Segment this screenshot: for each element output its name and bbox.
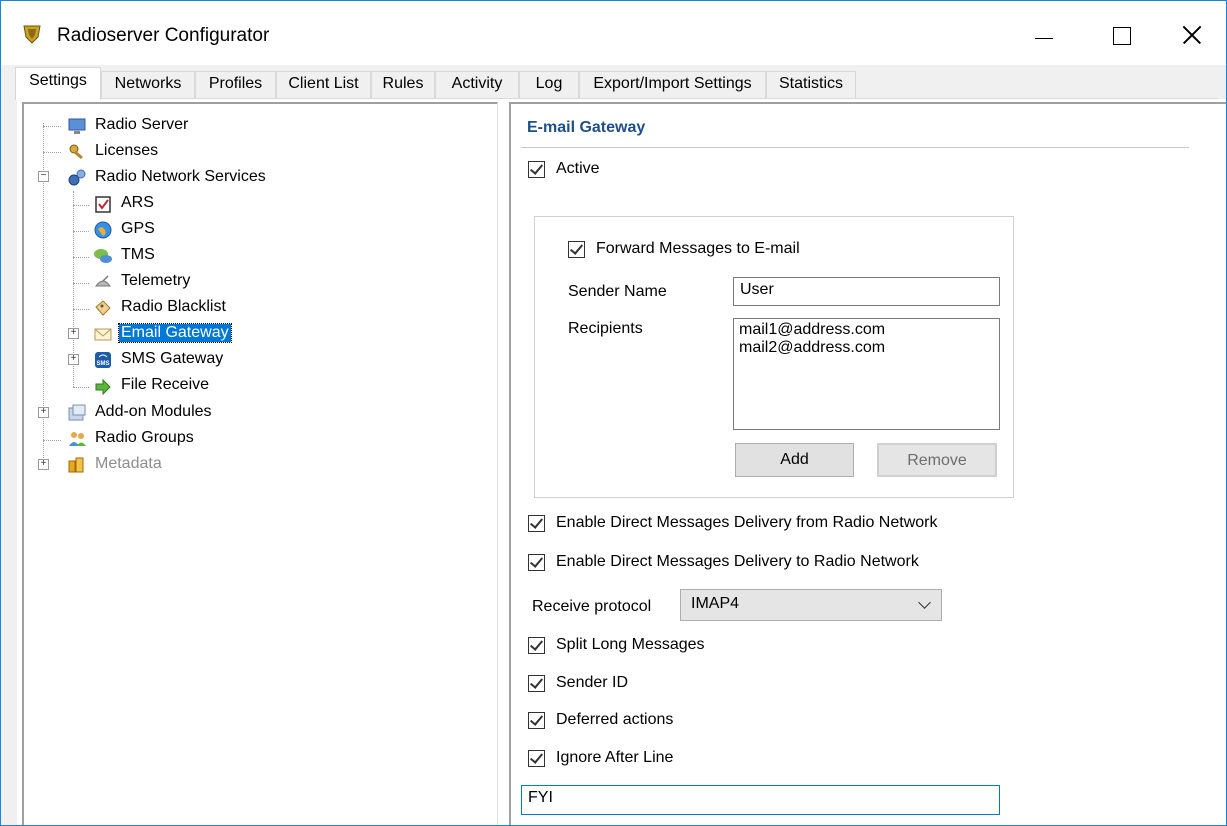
receive-protocol-value: IMAP4 xyxy=(691,595,740,612)
tree-item-label: Telemetry xyxy=(121,272,191,289)
tree-item-label: Email Gateway xyxy=(118,323,232,343)
tree-line xyxy=(73,283,89,284)
tree-item-label: Radio Blacklist xyxy=(121,298,226,315)
tree-line xyxy=(43,440,61,441)
tree-item-label: Radio Server xyxy=(95,116,189,133)
tag-icon xyxy=(95,300,111,316)
ignore-after-line-field[interactable]: FYI xyxy=(521,785,1000,815)
collapse-toggle-icon[interactable]: − xyxy=(38,171,49,182)
tree-line xyxy=(73,257,89,258)
checkbox-label: Split Long Messages xyxy=(556,636,705,653)
checkbox-checked-icon xyxy=(528,675,545,692)
satellite-icon xyxy=(95,275,111,287)
section-title: E-mail Gateway xyxy=(527,119,646,136)
list-item[interactable]: mail2@address.com xyxy=(739,339,994,357)
checkbox-checked-icon xyxy=(528,554,545,571)
modules-icon xyxy=(68,404,86,421)
maximize-button[interactable] xyxy=(1099,11,1145,57)
tree-line xyxy=(43,126,61,127)
checkbox-label: Deferred actions xyxy=(556,711,674,728)
section-divider xyxy=(521,147,1189,148)
clipboard-check-icon xyxy=(95,196,111,213)
checkbox-checked-icon xyxy=(528,637,545,654)
checkbox-label: Ignore After Line xyxy=(556,749,674,766)
tree-item-label: Add-on Modules xyxy=(95,403,212,420)
app-window: Radioserver Configurator Settings Networ… xyxy=(0,0,1227,826)
checkbox-checked-icon xyxy=(528,161,545,178)
list-item[interactable]: mail1@address.com xyxy=(739,321,994,339)
envelope-icon xyxy=(94,328,112,341)
tree-item-label: GPS xyxy=(121,220,155,237)
tab-statistics[interactable]: Statistics xyxy=(766,71,856,99)
window-title: Radioserver Configurator xyxy=(57,25,270,46)
expand-toggle-icon[interactable]: + xyxy=(38,459,49,470)
title-bar: Radioserver Configurator xyxy=(1,1,1226,65)
checkbox-label: Enable Direct Messages Delivery from Rad… xyxy=(556,514,938,531)
tab-export-import-settings[interactable]: Export/Import Settings xyxy=(579,71,766,99)
expand-toggle-icon[interactable]: + xyxy=(68,328,79,339)
expand-toggle-icon[interactable]: + xyxy=(68,354,79,365)
checkbox-checked-icon xyxy=(528,515,545,532)
tab-activity[interactable]: Activity xyxy=(435,71,519,99)
add-button[interactable]: Add xyxy=(735,443,854,477)
tree-item-label: File Receive xyxy=(121,376,210,393)
tab-rules[interactable]: Rules xyxy=(371,71,435,99)
checkbox-label: Enable Direct Messages Delivery to Radio… xyxy=(556,553,919,570)
app-logo-icon xyxy=(23,25,41,44)
tree-item-label: ARS xyxy=(121,194,154,211)
tab-log[interactable]: Log xyxy=(519,71,579,99)
database-icon xyxy=(68,457,84,473)
tab-strip: Settings Networks Profiles Client List R… xyxy=(15,67,1215,100)
checkbox-checked-icon xyxy=(528,712,545,729)
tree-line xyxy=(43,152,61,153)
tree-item-label: Licenses xyxy=(95,142,159,159)
tab-client-list[interactable]: Client List xyxy=(276,71,371,99)
tree-item-label: Metadata xyxy=(95,455,162,472)
tree-item-label: Radio Groups xyxy=(95,429,194,446)
tree-line xyxy=(73,387,89,388)
receive-protocol-select[interactable]: IMAP4 xyxy=(680,589,942,621)
remove-button[interactable]: Remove xyxy=(877,443,997,477)
tab-settings[interactable]: Settings xyxy=(15,67,101,100)
recipients-list[interactable]: mail1@address.com mail2@address.com xyxy=(733,318,1000,430)
recipients-label: Recipients xyxy=(568,320,643,337)
sender-name-field[interactable]: User xyxy=(733,277,1000,306)
checkbox-label: Active xyxy=(556,160,600,177)
key-icon xyxy=(69,144,83,160)
close-button[interactable] xyxy=(1169,11,1215,57)
tree-item-label: TMS xyxy=(121,246,155,263)
tree-line xyxy=(73,205,89,206)
svg-text:SMS: SMS xyxy=(96,361,109,367)
checkbox-checked-icon xyxy=(568,241,585,258)
checkbox-label: Forward Messages to E-mail xyxy=(596,240,800,257)
tree-line xyxy=(73,309,89,310)
receive-protocol-label: Receive protocol xyxy=(532,598,652,615)
sms-icon: SMS xyxy=(95,352,111,368)
arrow-icon xyxy=(95,378,111,396)
globe-icon xyxy=(94,221,112,239)
checkbox-checked-icon xyxy=(528,750,545,767)
tab-networks[interactable]: Networks xyxy=(101,71,195,99)
tree-line xyxy=(73,231,89,232)
tab-profiles[interactable]: Profiles xyxy=(195,71,276,99)
users-icon xyxy=(69,432,86,446)
monitor-icon xyxy=(68,118,86,134)
minimize-button[interactable] xyxy=(1021,11,1067,57)
chat-icon xyxy=(94,249,112,263)
checkbox-label: Sender ID xyxy=(556,674,629,691)
expand-toggle-icon[interactable]: + xyxy=(38,407,49,418)
tree-item-label: Radio Network Services xyxy=(95,168,266,185)
chevron-down-icon xyxy=(918,596,931,609)
sender-name-label: Sender Name xyxy=(568,283,667,300)
gears-icon xyxy=(68,169,86,186)
tree-item-label: SMS Gateway xyxy=(121,350,224,367)
